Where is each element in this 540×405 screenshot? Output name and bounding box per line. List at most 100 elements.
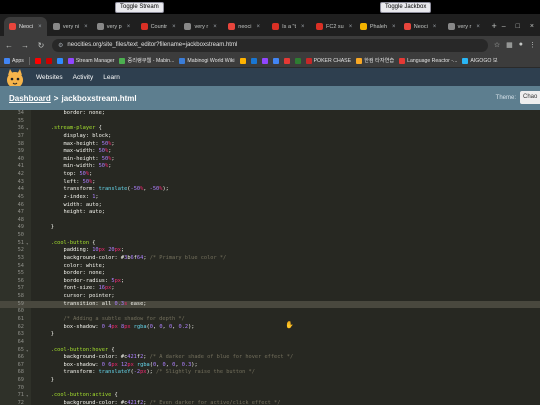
browser-tab[interactable]: Phaleh × — [355, 17, 398, 36]
code-line[interactable]: 72 background-color: #c421f2; /* Even da… — [0, 400, 540, 405]
theme-select[interactable]: Chao — [520, 91, 540, 104]
nav-activity[interactable]: Activity — [73, 74, 94, 81]
browser-tab[interactable]: very r × — [443, 17, 486, 36]
new-tab-icon[interactable]: + — [486, 17, 501, 36]
browser-tab[interactable]: very r × — [179, 17, 222, 36]
bookmark-item[interactable] — [250, 57, 257, 64]
bookmark-item[interactable] — [294, 57, 301, 64]
code-line[interactable]: 51 ▾ .cool-button { — [0, 240, 540, 248]
browser-tab[interactable]: neoci × — [223, 17, 266, 36]
fold-arrow-icon[interactable]: ▾ — [26, 240, 28, 248]
tab-close-icon[interactable]: × — [301, 24, 305, 30]
code-line[interactable]: 69 } — [0, 377, 540, 385]
bookmark-item[interactable] — [283, 57, 290, 64]
minimize-icon[interactable]: – — [502, 23, 506, 30]
code-line[interactable]: 54 color: white; — [0, 263, 540, 271]
code-line[interactable]: 56 border-radius: 5px; — [0, 278, 540, 286]
browser-tab[interactable]: Is a "t × — [267, 17, 310, 36]
profile-icon[interactable]: ● — [519, 41, 523, 49]
bookmark-star-icon[interactable]: ☆ — [494, 41, 500, 49]
tab-close-icon[interactable]: × — [127, 24, 131, 30]
code-line[interactable]: 46 width: auto; — [0, 202, 540, 210]
code-line[interactable]: 68 transform: translateY(-2px); /* Sligh… — [0, 369, 540, 377]
code-line[interactable]: 57 font-size: 16px; — [0, 285, 540, 293]
site-info-icon[interactable]: ⚙ — [58, 42, 63, 49]
code-line[interactable]: 66 background-color: #c421f2; /* A darke… — [0, 354, 540, 362]
extensions-icon[interactable]: ▦ — [506, 41, 513, 49]
tab-close-icon[interactable]: × — [38, 24, 42, 30]
code-line[interactable]: 71 ▾ .cool-button:active { — [0, 392, 540, 400]
fold-arrow-icon[interactable]: ▾ — [26, 347, 28, 355]
tab-close-icon[interactable]: × — [84, 24, 88, 30]
tab-close-icon[interactable]: × — [256, 24, 260, 30]
code-line[interactable]: 62 box-shadow: 0 4px 8px rgba(0, 0, 0, 0… — [0, 324, 540, 332]
code-line[interactable]: 45 z-index: 1; — [0, 194, 540, 202]
bookmark-item[interactable] — [272, 57, 279, 64]
code-line[interactable]: 58 cursor: pointer; — [0, 293, 540, 301]
code-line[interactable]: 43 left: 50%; — [0, 179, 540, 187]
tab-close-icon[interactable]: × — [392, 24, 396, 30]
tab-close-icon[interactable]: × — [433, 24, 437, 30]
code-line[interactable]: 63 } — [0, 331, 540, 339]
code-line[interactable]: 59 transition: all 0.3s ease; — [0, 300, 540, 309]
bookmark-item[interactable]: Language Reactor -... — [399, 57, 457, 64]
toggle-jackbox-button[interactable]: Toggle Jackbox — [380, 2, 432, 13]
browser-tab[interactable]: Neoci × — [4, 17, 47, 36]
browser-tab[interactable]: Neoci × — [399, 17, 442, 36]
bookmark-item[interactable] — [56, 57, 63, 64]
code-line[interactable]: 39 max-width: 50%; — [0, 148, 540, 156]
tab-close-icon[interactable]: × — [213, 24, 217, 30]
code-line[interactable]: 36 ▾ .stream-player { — [0, 125, 540, 133]
code-line[interactable]: 35 — [0, 118, 540, 126]
bookmark-item[interactable]: POKER CHASE — [305, 57, 351, 64]
tab-close-icon[interactable]: × — [349, 24, 353, 30]
code-line[interactable]: 44 transform: translate(-50%, -50%); — [0, 186, 540, 194]
bookmark-item[interactable] — [239, 57, 246, 64]
code-line[interactable]: 55 border: none; — [0, 270, 540, 278]
browser-tab[interactable]: FC2 su × — [311, 17, 354, 36]
code-editor[interactable]: 34 border: none; 35 36 ▾ .stream-player {37… — [0, 110, 540, 405]
code-line[interactable]: 52 padding: 10px 20px; — [0, 247, 540, 255]
forward-icon[interactable]: → — [20, 41, 30, 50]
bookmark-item[interactable]: 한컴 타자연습 — [356, 57, 394, 64]
code-line[interactable]: 70 — [0, 385, 540, 393]
bookmark-item[interactable] — [45, 57, 52, 64]
code-line[interactable]: 64 — [0, 339, 540, 347]
code-line[interactable]: 47 height: auto; — [0, 209, 540, 217]
reload-icon[interactable]: ↻ — [36, 41, 46, 50]
code-line[interactable]: 61 /* Adding a subtle shadow for depth *… — [0, 316, 540, 324]
bookmark-item[interactable] — [261, 57, 268, 64]
nav-websites[interactable]: Websites — [36, 74, 63, 81]
code-line[interactable]: 48 — [0, 217, 540, 225]
toggle-stream-button[interactable]: Toggle Stream — [115, 2, 164, 13]
code-line[interactable]: 60 — [0, 308, 540, 316]
bookmark-item[interactable]: AIGOGO 보 — [462, 57, 498, 64]
breadcrumb-dashboard-link[interactable]: Dashboard — [9, 94, 51, 103]
bookmark-item[interactable]: Apps — [4, 57, 24, 64]
fold-arrow-icon[interactable]: ▾ — [26, 125, 28, 133]
tab-close-icon[interactable]: × — [172, 24, 176, 30]
menu-icon[interactable]: ⋮ — [529, 41, 536, 49]
maximize-icon[interactable]: □ — [516, 23, 520, 30]
browser-tab[interactable]: very p × — [92, 17, 135, 36]
tab-close-icon[interactable]: × — [476, 24, 480, 30]
browser-tab[interactable]: Countr × — [136, 17, 179, 36]
code-line[interactable]: 40 min-height: 50%; — [0, 156, 540, 164]
code-line[interactable]: 41 min-width: 50%; — [0, 163, 540, 171]
close-window-icon[interactable]: × — [530, 23, 534, 30]
code-line[interactable]: 53 background-color: #3b6f64; /* Primary… — [0, 255, 540, 263]
code-line[interactable]: 65 ▾ .cool-button:hover { — [0, 347, 540, 355]
nav-learn[interactable]: Learn — [103, 74, 120, 81]
code-line[interactable]: 50 — [0, 232, 540, 240]
code-line[interactable]: 67 box-shadow: 0 6px 12px rgba(0, 0, 0, … — [0, 362, 540, 370]
bookmark-item[interactable]: Mabinogi World Wiki — [179, 57, 235, 64]
bookmark-item[interactable]: 중리랭쿠웹 - Mabin... — [119, 57, 174, 64]
code-line[interactable]: 38 max-height: 50%; — [0, 141, 540, 149]
code-line[interactable]: 37 display: block; — [0, 133, 540, 141]
code-line[interactable]: 42 top: 50%; — [0, 171, 540, 179]
fold-arrow-icon[interactable]: ▾ — [26, 392, 28, 400]
code-line[interactable]: 34 border: none; — [0, 110, 540, 118]
back-icon[interactable]: ← — [4, 41, 14, 50]
bookmark-item[interactable]: Stream Manager — [67, 57, 114, 64]
bookmark-item[interactable] — [34, 57, 41, 64]
